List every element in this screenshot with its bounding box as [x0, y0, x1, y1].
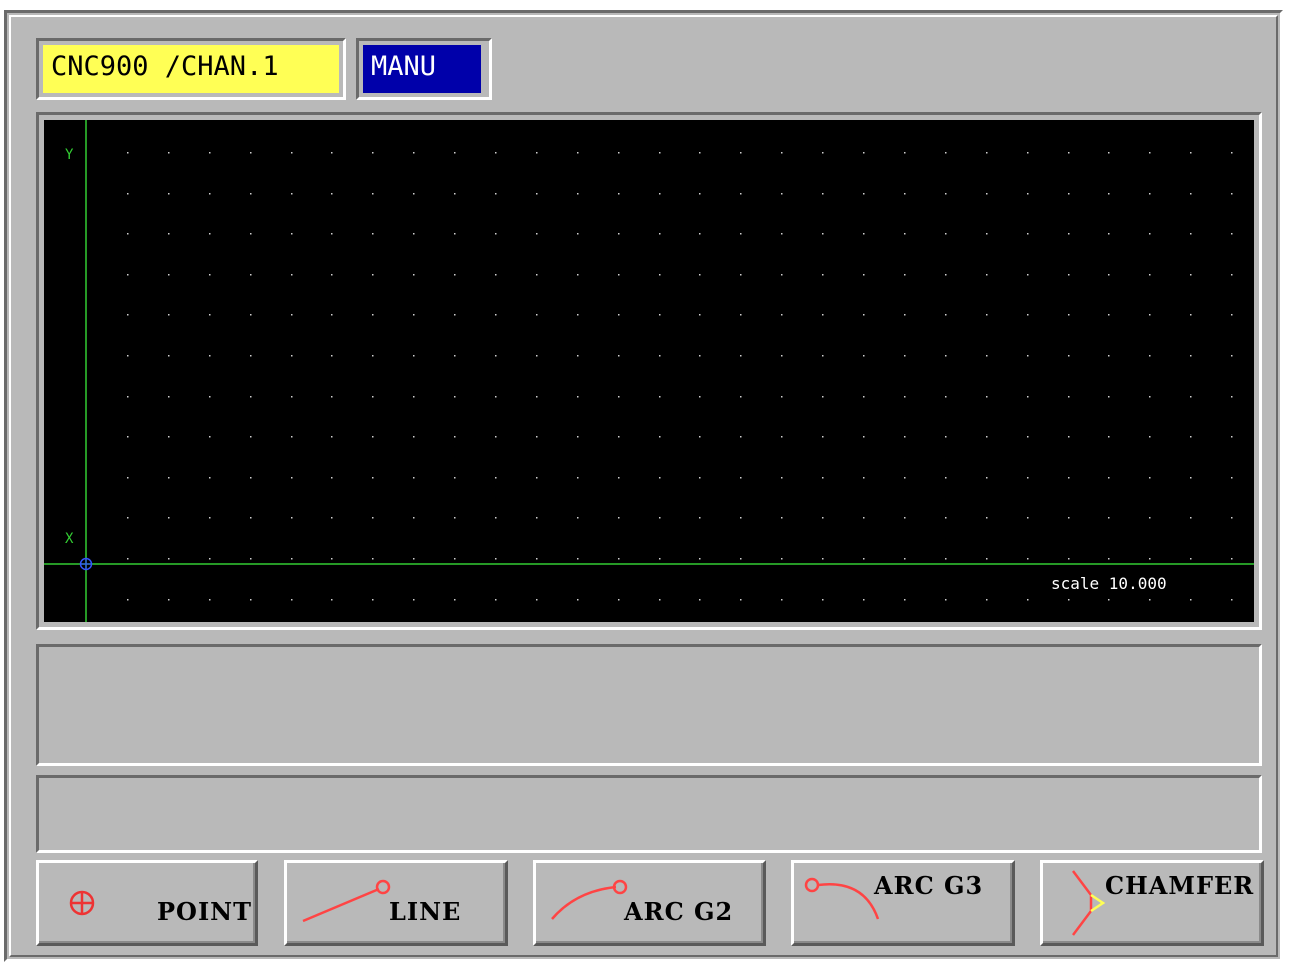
grid-dots — [127, 152, 1233, 601]
line-softkey-label: LINE — [389, 897, 462, 926]
channel-indicator: CNC900 /CHAN.1 — [36, 38, 346, 100]
x-axis-label: X — [65, 531, 74, 547]
chamfer-softkey-label: CHAMFER — [1105, 871, 1255, 900]
point-softkey[interactable]: POINT — [36, 860, 258, 946]
chamfer-softkey[interactable]: CHAMFER — [1040, 860, 1264, 946]
arc-g3-softkey[interactable]: ARC G3 — [791, 860, 1015, 946]
origin-marker-icon — [79, 557, 93, 571]
arc-g2-softkey[interactable]: ARC G2 — [533, 860, 766, 946]
plot-canvas[interactable]: Y X scale 10.000 — [44, 120, 1254, 622]
message-panel — [36, 644, 1262, 766]
mode-indicator: MANU — [356, 38, 492, 100]
graphics-viewport: Y X scale 10.000 — [36, 112, 1262, 630]
scale-readout: scale 10.000 — [1051, 574, 1167, 593]
y-axis-label: Y — [65, 147, 74, 163]
point-softkey-label: POINT — [157, 897, 252, 926]
mode-label: MANU — [363, 45, 481, 93]
input-panel — [36, 775, 1262, 853]
arc-g3-softkey-label: ARC G3 — [874, 871, 984, 900]
line-softkey[interactable]: LINE — [284, 860, 508, 946]
channel-label: CNC900 /CHAN.1 — [43, 45, 339, 93]
arc-g2-softkey-label: ARC G2 — [624, 897, 734, 926]
